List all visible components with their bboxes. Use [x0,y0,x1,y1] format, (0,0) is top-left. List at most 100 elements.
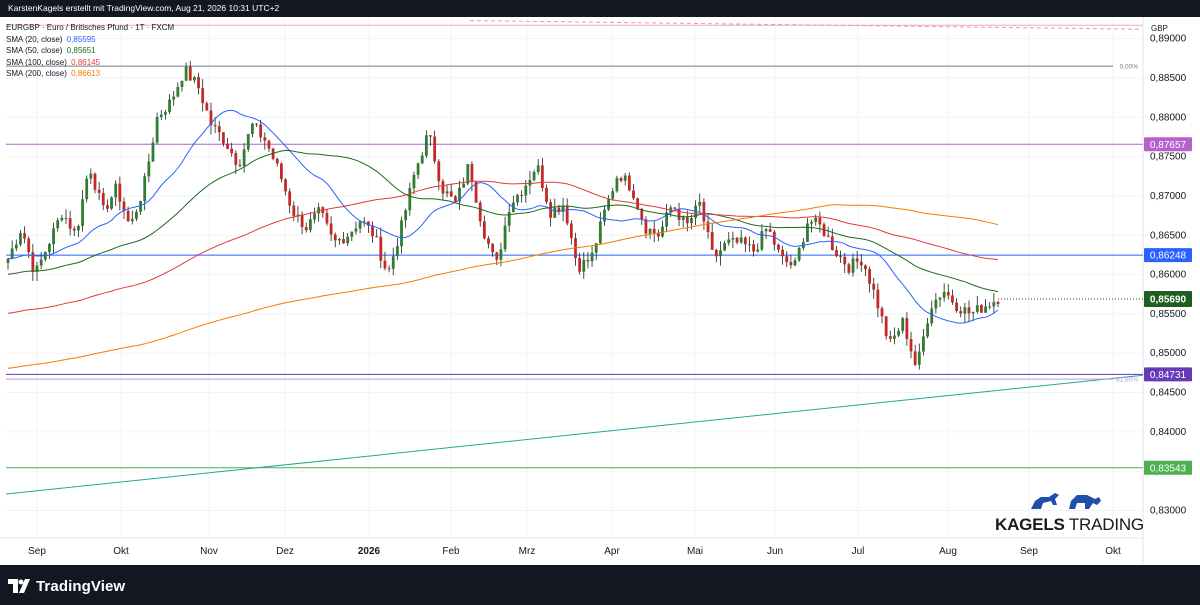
candle-body [308,219,312,231]
candle-body [221,132,225,144]
legend-sma200: SMA (200, close) 0,86613 [6,69,101,79]
price-chart[interactable]: GBP0,89000 0,88500 0,88000 0,87500 0,87000 0,… [0,17,1200,565]
candle-body [586,259,590,262]
tradingview-logo[interactable]: TradingView [8,576,125,596]
price-tick-label: 0,84000 [1150,427,1187,438]
candle-body [955,302,958,312]
price-tick-label: 0,85500 [1150,309,1187,320]
candle-body [300,214,304,228]
candle-body [379,236,383,261]
legend-sma50-value: 0,85651 [66,46,96,56]
candle-body [288,191,292,206]
candle-body [354,228,358,232]
price-level-label: 0,83543 [1150,463,1187,474]
candle-body [884,316,888,337]
price-level-label: 0,84731 [1150,370,1187,381]
legend-sma20-value: 0,85595 [66,34,96,44]
candle-body [830,236,834,251]
candle-body [702,202,706,222]
candle-body [942,291,946,298]
candle-body [988,306,992,308]
sma100-line [7,180,999,314]
candle-body [868,269,871,284]
candle-body [429,135,432,137]
candle-body [627,175,631,191]
candle-body [275,158,279,164]
candle-body [64,217,68,219]
candle-body [607,198,611,210]
candle-body [723,243,727,251]
candle-body [524,185,528,196]
candle-body [242,149,246,167]
candle-body [350,231,354,237]
candle-body [984,306,987,313]
candle-body [197,76,200,89]
candle-body [400,220,403,247]
candle-body [710,232,714,250]
time-tick-label: Okt [1105,546,1121,557]
candle-body [922,336,925,352]
candle-body [893,335,896,339]
candle-body [946,291,950,296]
price-tick-label: 0,84500 [1150,388,1187,399]
candle-body [304,227,308,231]
candle-body [387,268,391,270]
time-tick-label: 2026 [358,546,381,557]
bull-bear-icon [1031,493,1101,509]
candle-body [611,191,615,199]
chart-legend: EURGBP · Euro / Britisches Pfund · 1T · … [6,22,174,80]
candle-body [913,351,917,365]
candle-body [52,228,55,245]
chart-frame: GBP 0,89000 0,88500 0,88000 0,87500 0,87000 0,… [0,17,1200,565]
candle-body [246,134,250,150]
last-price-label: 0,85690 [1150,294,1187,305]
candle-body [371,225,374,237]
time-tick-label: Jun [767,546,783,557]
candle-body [487,238,490,244]
candle-body [789,262,793,266]
time-tick-label: Nov [200,546,218,557]
candle-body [19,233,22,245]
candle-body [470,164,474,182]
candle-body [967,307,971,314]
candle-body [259,124,263,138]
price-tick-label: 0,88000 [1150,112,1187,123]
candle-body [748,244,751,246]
candle-body [814,217,818,222]
candle-body [130,218,134,222]
candle-body [238,164,242,167]
candle-body [536,165,540,172]
candle-body [520,194,524,196]
candle-body [578,258,582,272]
candle-body [565,205,569,224]
candle-body [839,256,842,258]
candle-body [938,297,942,300]
candle-body [760,231,764,250]
candle-body [826,235,830,237]
candle-body [855,258,859,262]
price-tick-label: 0,86500 [1150,230,1187,241]
candle-body [739,237,743,243]
time-tick-label: Feb [442,546,460,557]
time-tick-label: Apr [604,546,620,557]
candle-body [714,249,718,257]
candle-body [81,199,84,226]
candle-body [433,136,437,162]
legend-sma20: SMA (20, close) 0,85595 [6,34,96,44]
candle-body [905,318,909,340]
candle-body [847,264,851,273]
publisher-info: KarstenKagels erstellt mit TradingView.c… [8,3,280,13]
candle-body [499,249,503,260]
candle-body [793,260,797,266]
candle-body [797,247,801,261]
candle-body [491,243,495,253]
candle-body [267,140,271,149]
candle-body [975,305,979,312]
candle-body [56,220,60,229]
price-tick-label: 0,89000 [1150,34,1187,45]
candle-body [619,178,623,181]
candle-body [540,165,544,189]
candle-body [743,237,747,245]
candle-body [313,213,316,220]
candle-body [876,289,880,309]
